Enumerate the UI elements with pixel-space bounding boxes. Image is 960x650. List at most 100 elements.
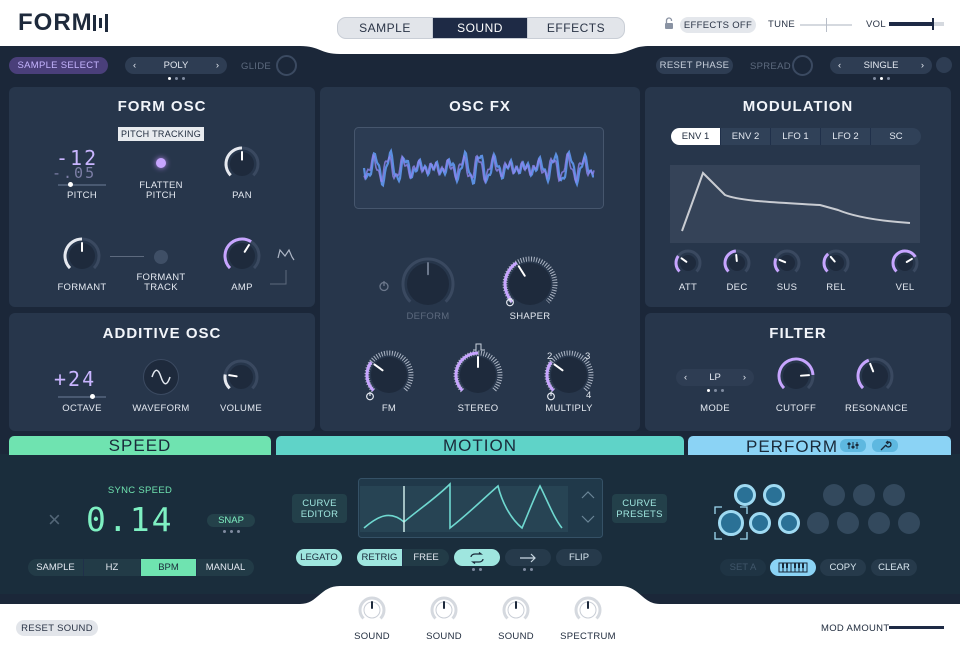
perform-pad[interactable] bbox=[868, 512, 890, 534]
speed-mode-hz[interactable]: HZ bbox=[84, 559, 141, 576]
perform-settings-button[interactable] bbox=[872, 439, 898, 452]
amp-envelope-icon[interactable] bbox=[266, 246, 300, 288]
decay-knob[interactable] bbox=[722, 248, 752, 278]
motion-curve-display[interactable] bbox=[358, 478, 603, 538]
resonance-knob[interactable] bbox=[855, 356, 895, 396]
stereo-knob[interactable] bbox=[453, 350, 503, 400]
formant-track-toggle[interactable] bbox=[154, 250, 168, 264]
cutoff-knob[interactable] bbox=[776, 356, 816, 396]
set-a-button[interactable]: SET A bbox=[720, 559, 766, 576]
footer-bar bbox=[0, 586, 960, 650]
volume-slider-handle[interactable] bbox=[931, 18, 934, 30]
envelope-display[interactable] bbox=[670, 165, 920, 243]
flip-button[interactable]: FLIP bbox=[556, 549, 602, 566]
tab-sound[interactable]: SOUND bbox=[433, 18, 528, 38]
snap-button[interactable]: SNAP bbox=[207, 514, 255, 527]
multiply-power-icon[interactable] bbox=[546, 391, 556, 401]
tab-lfo-2[interactable]: LFO 2 bbox=[821, 128, 871, 145]
perform-pad[interactable] bbox=[763, 484, 785, 506]
pitch-slider[interactable] bbox=[58, 182, 106, 187]
reset-sound-button[interactable]: RESET SOUND bbox=[16, 620, 98, 636]
pitch-fine-value[interactable]: -.05 bbox=[52, 164, 96, 182]
arrow-right-icon bbox=[520, 553, 536, 562]
perform-pad[interactable] bbox=[807, 512, 829, 534]
tab-sample[interactable]: SAMPLE bbox=[338, 18, 433, 38]
formant-knob[interactable] bbox=[62, 236, 102, 276]
tab-env-1[interactable]: ENV 1 bbox=[671, 128, 721, 145]
flatten-pitch-toggle[interactable] bbox=[156, 158, 166, 168]
octave-slider[interactable] bbox=[58, 394, 106, 399]
perform-pad[interactable] bbox=[749, 512, 771, 534]
perform-pad[interactable] bbox=[837, 512, 859, 534]
chevron-right-icon[interactable]: › bbox=[921, 60, 924, 71]
velocity-knob[interactable] bbox=[890, 248, 920, 278]
tune-slider[interactable] bbox=[800, 18, 852, 32]
fm-power-icon[interactable] bbox=[365, 391, 375, 401]
filter-mode-selector[interactable]: ‹ LP › bbox=[676, 369, 754, 386]
chevron-right-icon[interactable]: › bbox=[216, 60, 219, 71]
speed-mode-manual[interactable]: MANUAL bbox=[197, 559, 254, 576]
waveform-selector[interactable] bbox=[143, 359, 179, 395]
unison-mode-selector[interactable]: ‹ SINGLE › bbox=[830, 57, 932, 74]
retrig-button[interactable]: RETRIG bbox=[357, 549, 403, 566]
macro-spectrum-knob[interactable] bbox=[573, 595, 603, 625]
reset-phase-button[interactable]: RESET PHASE bbox=[656, 57, 733, 74]
chevron-left-icon[interactable]: ‹ bbox=[684, 372, 687, 383]
amp-knob[interactable] bbox=[222, 236, 262, 276]
macro-sound-2-knob[interactable] bbox=[429, 595, 459, 625]
osc-fx-title: OSC FX bbox=[449, 98, 511, 115]
speed-value[interactable]: 0.14 bbox=[86, 500, 173, 539]
speed-mode-bpm[interactable]: BPM bbox=[141, 559, 197, 576]
tab-sc[interactable]: SC bbox=[871, 128, 921, 145]
free-button[interactable]: FREE bbox=[403, 549, 449, 566]
extra-toggle[interactable] bbox=[936, 57, 952, 73]
shaper-power-icon[interactable] bbox=[505, 297, 515, 307]
effects-off-button[interactable]: EFFECTS OFF bbox=[680, 17, 756, 33]
attack-knob[interactable] bbox=[673, 248, 703, 278]
loop-button[interactable] bbox=[454, 549, 500, 566]
copy-button[interactable]: COPY bbox=[820, 559, 866, 576]
tune-slider-handle[interactable] bbox=[826, 18, 827, 32]
direction-button[interactable] bbox=[505, 549, 551, 566]
octave-value[interactable]: +24 bbox=[54, 367, 96, 391]
perform-mixer-button[interactable] bbox=[840, 439, 866, 452]
multiply-tick-3: 3 bbox=[585, 351, 591, 362]
legato-button[interactable]: LEGATO bbox=[296, 549, 342, 566]
mod-amount-slider[interactable] bbox=[889, 626, 944, 629]
perform-pad[interactable] bbox=[823, 484, 845, 506]
perform-pad[interactable] bbox=[883, 484, 905, 506]
speed-mode-sample[interactable]: SAMPLE bbox=[28, 559, 84, 576]
sample-select-button[interactable]: SAMPLE SELECT bbox=[9, 57, 108, 74]
pitch-slider-handle[interactable] bbox=[68, 182, 73, 187]
pan-label: PAN bbox=[232, 190, 252, 201]
pan-knob[interactable] bbox=[223, 145, 261, 183]
perform-pad[interactable] bbox=[898, 512, 920, 534]
perform-pad[interactable] bbox=[734, 484, 756, 506]
curve-presets-button[interactable]: CURVE PRESETS bbox=[612, 494, 667, 523]
chevron-right-icon[interactable]: › bbox=[743, 372, 746, 383]
chevron-left-icon[interactable]: ‹ bbox=[133, 60, 136, 71]
perform-pad[interactable] bbox=[853, 484, 875, 506]
tab-lfo-1[interactable]: LFO 1 bbox=[771, 128, 821, 145]
sustain-knob[interactable] bbox=[772, 248, 802, 278]
perform-pad[interactable] bbox=[778, 512, 800, 534]
macro-sound-1-knob[interactable] bbox=[357, 595, 387, 625]
curve-editor-button[interactable]: CURVE EDITOR bbox=[292, 494, 347, 523]
glide-knob[interactable] bbox=[276, 55, 297, 76]
octave-slider-handle[interactable] bbox=[90, 394, 95, 399]
deform-power-icon[interactable] bbox=[378, 280, 390, 292]
clear-button[interactable]: CLEAR bbox=[871, 559, 917, 576]
keyboard-button[interactable] bbox=[770, 559, 816, 576]
lock-icon[interactable] bbox=[664, 17, 674, 30]
deform-knob[interactable] bbox=[400, 256, 456, 312]
pitch-tracking-badge[interactable]: PITCH TRACKING bbox=[118, 127, 204, 141]
voice-mode-selector[interactable]: ‹ POLY › bbox=[125, 57, 227, 74]
tab-env-2[interactable]: ENV 2 bbox=[721, 128, 771, 145]
tab-effects[interactable]: EFFECTS bbox=[528, 18, 624, 38]
additive-volume-knob[interactable] bbox=[222, 358, 260, 396]
volume-slider[interactable] bbox=[889, 18, 944, 30]
spread-knob[interactable] bbox=[792, 55, 813, 76]
chevron-left-icon[interactable]: ‹ bbox=[838, 60, 841, 71]
macro-sound-3-knob[interactable] bbox=[501, 595, 531, 625]
release-knob[interactable] bbox=[821, 248, 851, 278]
